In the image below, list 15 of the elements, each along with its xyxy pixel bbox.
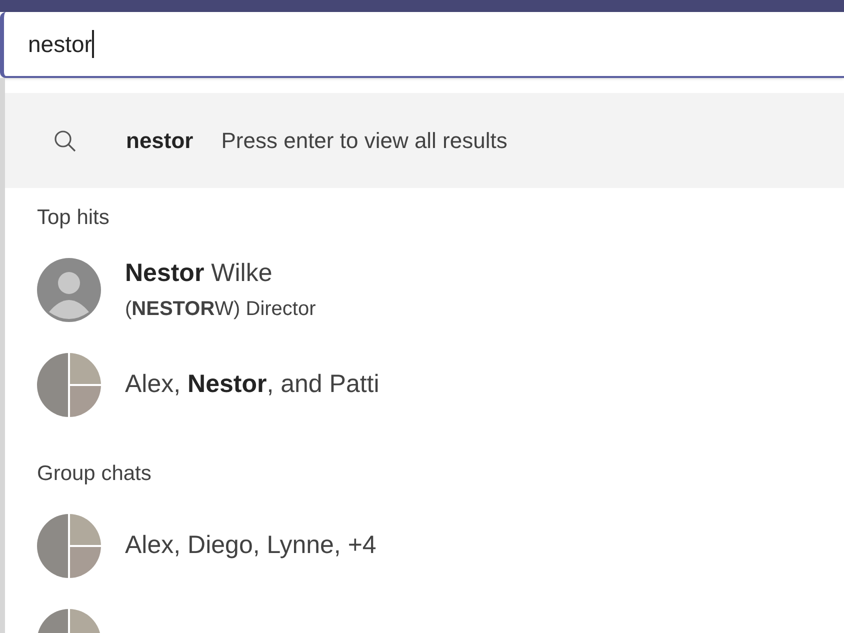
search-field[interactable]: nestor	[0, 12, 844, 78]
result-name: Alex, Nestor, and Patti	[125, 368, 380, 400]
result-item[interactable]: Nestor Wilke (NESTORW) Director	[5, 242, 844, 337]
group-avatar-placeholder	[37, 352, 101, 416]
group-avatar-placeholder	[37, 514, 101, 578]
search-suggestion[interactable]: nestor Press enter to view all results	[5, 93, 844, 188]
section-heading: Top hits	[36, 206, 110, 230]
result-name: Nestor Wilke	[125, 258, 274, 289]
result-item[interactable]: Alex, Nestor, and Patti	[5, 337, 844, 432]
search-icon	[53, 128, 77, 152]
result-item[interactable]: Alex, Diego, Lynne, +4	[5, 498, 844, 593]
result-name: Alex, Diego, Lynne, +4	[125, 530, 376, 561]
section-heading: Group chats	[36, 462, 152, 486]
avatar-placeholder	[37, 258, 101, 322]
result-detail: (NESTORW) Director	[125, 297, 316, 322]
